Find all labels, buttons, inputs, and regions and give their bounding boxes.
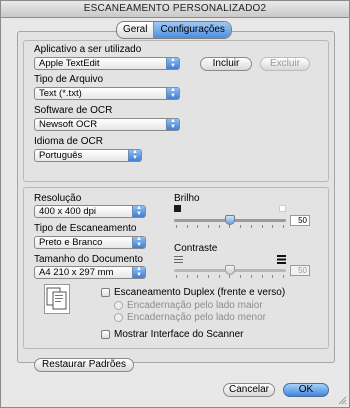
ok-button[interactable]: OK [283, 383, 329, 397]
ocr-software-value: Newsoft OCR [39, 119, 98, 130]
tab-bar: Geral Configurações [116, 21, 232, 39]
high-contrast-icon [277, 255, 286, 264]
cancel-button[interactable]: Cancelar [223, 383, 275, 397]
resize-grip-icon[interactable] [337, 395, 347, 405]
scan-type-label: Tipo de Escaneamento [34, 223, 137, 234]
doc-size-value: A4 210 x 297 mm [39, 267, 114, 278]
file-type-popup[interactable]: Text (*.txt) ▲ ▼ [34, 87, 180, 100]
ocr-software-label: Software de OCR [34, 105, 113, 116]
delete-button[interactable]: Excluir [260, 57, 310, 71]
doc-size-label: Tamanho do Documento [34, 254, 143, 265]
short-edge-label: Encadernação pelo lado menor [127, 312, 266, 323]
contrast-value[interactable]: 50 [290, 265, 310, 276]
application-group: Aplicativo a ser utilizado Apple TextEdi… [23, 40, 329, 182]
light-square-icon [279, 205, 286, 212]
resolution-popup[interactable]: 400 x 400 dpi ▲ ▼ [34, 205, 146, 218]
ocr-language-label: Idioma de OCR [34, 136, 103, 147]
duplex-label: Escaneamento Duplex (frente e verso) [114, 287, 286, 298]
contrast-label: Contraste [174, 243, 218, 254]
add-button[interactable]: Incluir [200, 57, 252, 71]
low-contrast-icon [174, 256, 183, 263]
brightness-slider-knob[interactable] [225, 215, 235, 225]
brightness-label: Brilho [174, 193, 200, 204]
long-edge-label: Encadernação pelo lado maior [127, 300, 263, 311]
doc-size-popup[interactable]: A4 210 x 297 mm ▲ ▼ [34, 266, 146, 279]
show-interface-label: Mostrar Interface do Scanner [114, 329, 244, 340]
resolution-label: Resolução [34, 193, 82, 204]
file-type-value: Text (*.txt) [39, 88, 82, 99]
brightness-ticks [176, 225, 284, 228]
popup-arrows-icon: ▲ ▼ [166, 87, 179, 99]
contrast-slider-knob[interactable] [225, 265, 235, 275]
duplex-checkbox[interactable] [101, 288, 110, 297]
ocr-language-value: Português [39, 150, 83, 161]
short-edge-radio[interactable] [114, 313, 123, 322]
ocr-language-popup[interactable]: Português ▲ ▼ [34, 149, 142, 162]
popup-arrows-icon: ▲ ▼ [166, 118, 179, 130]
dark-square-icon [174, 205, 181, 212]
ocr-software-popup[interactable]: Newsoft OCR ▲ ▼ [34, 118, 180, 131]
brightness-value[interactable]: 50 [290, 215, 310, 226]
popup-arrows-icon: ▲ ▼ [166, 57, 179, 69]
resolution-value: 400 x 400 dpi [39, 206, 97, 217]
tab-geral[interactable]: Geral [117, 22, 155, 38]
app-label: Aplicativo a ser utilizado [34, 44, 142, 55]
popup-arrows-icon: ▲ ▼ [132, 205, 145, 217]
scan-type-value: Preto e Branco [39, 237, 103, 248]
long-edge-radio[interactable] [114, 301, 123, 310]
popup-arrows-icon: ▲ ▼ [132, 266, 145, 278]
app-popup[interactable]: Apple TextEdit ▲ ▼ [34, 57, 180, 70]
contrast-ticks [176, 275, 284, 278]
scan-type-popup[interactable]: Preto e Branco ▲ ▼ [34, 236, 146, 249]
window-title: ESCANEAMENTO PERSONALIZADO2 [83, 3, 267, 14]
scan-settings-group: Resolução 400 x 400 dpi ▲ ▼ Tipo de Escan… [23, 187, 329, 349]
show-interface-checkbox[interactable] [101, 330, 110, 339]
popup-arrows-icon: ▲ ▼ [128, 149, 141, 161]
restore-defaults-button[interactable]: Restaurar Padrões [34, 358, 134, 372]
settings-panel: Aplicativo a ser utilizado Apple TextEdi… [17, 31, 335, 363]
app-popup-value: Apple TextEdit [39, 58, 100, 69]
tab-configuracoes[interactable]: Configurações [154, 22, 231, 38]
title-bar: ESCANEAMENTO PERSONALIZADO2 [1, 1, 349, 18]
file-type-label: Tipo de Arquivo [34, 74, 104, 85]
popup-arrows-icon: ▲ ▼ [132, 236, 145, 248]
duplex-document-icon [44, 284, 70, 314]
scan-settings-window: ESCANEAMENTO PERSONALIZADO2 Geral Config… [0, 0, 350, 408]
